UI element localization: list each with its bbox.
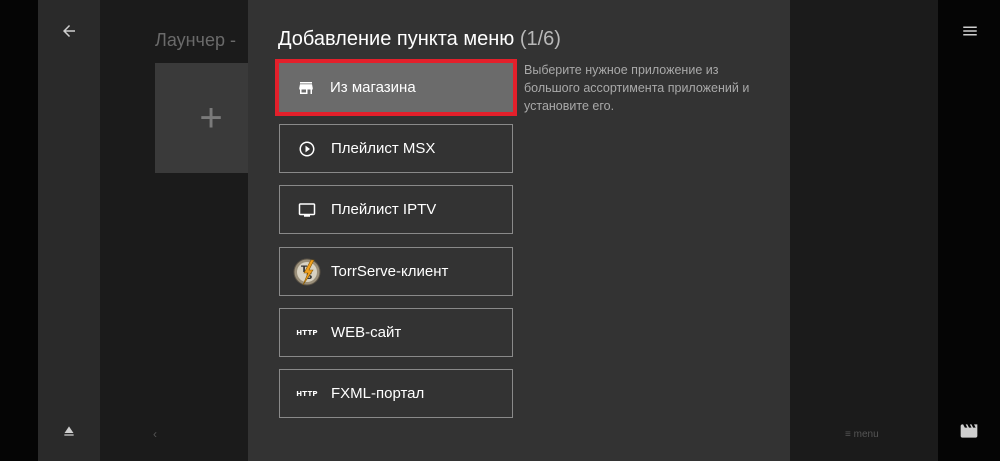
- option-label: WEB-сайт: [331, 324, 402, 341]
- option-playlist-msx[interactable]: Плейлист MSX: [279, 124, 513, 173]
- option-from-store[interactable]: Из магазина: [275, 59, 517, 116]
- right-edge: [938, 0, 1000, 461]
- option-label: Плейлист IPTV: [331, 201, 437, 218]
- option-torrserve-client[interactable]: T S TorrServe-клиент: [279, 247, 513, 296]
- plus-icon: +: [199, 96, 223, 140]
- dialog-title: Добавление пункта меню (1/6): [278, 28, 561, 51]
- eject-icon: [64, 426, 74, 436]
- tv-icon: [293, 196, 321, 224]
- add-menu-item-dialog: Добавление пункта меню (1/6) Из магазина…: [248, 0, 790, 461]
- clapperboard-button[interactable]: [956, 418, 982, 444]
- dialog-title-text: Добавление пункта меню: [278, 28, 515, 50]
- option-label: FXML-портал: [331, 385, 425, 402]
- left-nav-column: [38, 0, 100, 461]
- step-counter: (1/6): [519, 28, 561, 50]
- option-website[interactable]: HTTP WEB-сайт: [279, 308, 513, 357]
- option-playlist-iptv[interactable]: Плейлист IPTV: [279, 185, 513, 234]
- play-circle-icon: [293, 135, 321, 163]
- option-label: Плейлист MSX: [331, 140, 436, 157]
- torrserve-logo-icon: T S: [293, 258, 321, 286]
- http-icon: HTTP: [296, 328, 318, 337]
- hamburger-icon: [963, 26, 977, 36]
- eject-button[interactable]: [56, 418, 82, 444]
- menu-button[interactable]: [955, 16, 985, 46]
- option-label: Из магазина: [330, 79, 416, 96]
- option-description: Выберите нужное приложение из большого а…: [524, 63, 750, 113]
- option-label: TorrServe-клиент: [331, 263, 449, 280]
- launcher-title: Лаунчер -: [155, 30, 236, 50]
- clapperboard-icon: [960, 424, 978, 438]
- page-prev-indicator: ‹: [153, 427, 157, 441]
- arrow-left-icon: [63, 25, 75, 37]
- back-button[interactable]: [54, 16, 84, 46]
- store-icon: [292, 74, 320, 102]
- left-edge: [0, 0, 38, 461]
- menu-hint: ≡ menu: [845, 429, 879, 440]
- http-icon: HTTP: [296, 389, 318, 398]
- option-fxml-portal[interactable]: HTTP FXML-портал: [279, 369, 513, 418]
